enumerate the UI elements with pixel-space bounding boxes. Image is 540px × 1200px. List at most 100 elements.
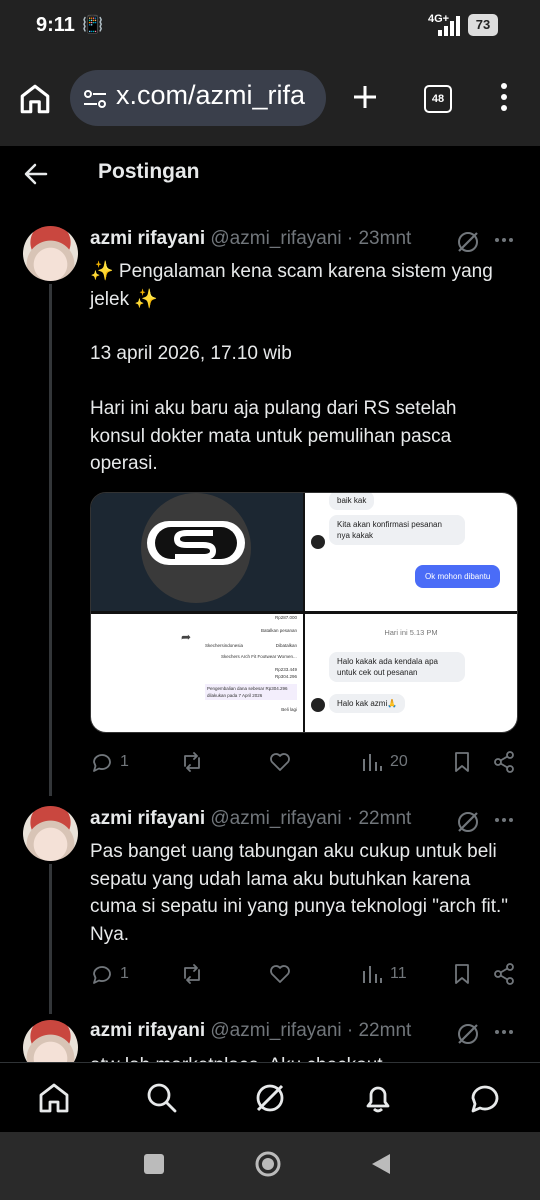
more-vertical-icon[interactable] [498, 82, 510, 112]
media-image-logo[interactable] [91, 493, 303, 611]
nav-grok-icon[interactable] [253, 1081, 287, 1115]
system-navigation [0, 1132, 540, 1200]
reply-icon [93, 754, 111, 772]
bottom-navigation [0, 1062, 540, 1133]
share-icon [494, 751, 514, 773]
browser-home-icon[interactable] [18, 82, 52, 116]
author-handle[interactable]: @azmi_rifayani · 23mnt [210, 228, 411, 249]
repost-button[interactable] [180, 959, 204, 989]
status-time: 9:11 [36, 14, 75, 36]
share-button[interactable] [492, 747, 516, 777]
grok-icon[interactable] [456, 230, 480, 254]
media-image-order[interactable]: ➦ Rp287.000 Batalkan pesanan Skechersind… [91, 614, 303, 732]
site-settings-icon[interactable] [82, 88, 108, 110]
author-name[interactable]: azmi rifayani [90, 808, 205, 829]
bookmark-button[interactable] [450, 747, 474, 777]
chat-bubble: Kita akan konfirmasi pesanan nya kakak [329, 515, 465, 545]
post-line: Pas banget uang tabungan aku cukup untuk… [90, 841, 508, 945]
chat-bubble: Halo kak azmi🙏 [329, 694, 406, 713]
order-card: Rp287.000 Batalkan pesanan Skechersindon… [205, 614, 297, 732]
home-button[interactable] [254, 1150, 282, 1178]
author-handle[interactable]: @azmi_rifayani · 22mnt [210, 1020, 411, 1041]
views-button[interactable]: 11 [360, 959, 407, 989]
order-price: Rp233.449 [274, 667, 297, 672]
views-icon [363, 754, 382, 771]
reply-button[interactable]: 1 [90, 959, 129, 989]
repost-icon [184, 752, 200, 772]
reply-count: 1 [120, 753, 129, 770]
post-text: Pas banget uang tabungan aku cukup untuk… [90, 838, 510, 948]
reply-icon [93, 966, 111, 984]
post-media-grid[interactable]: baik kak Kita akan konfirmasi pesanan ny… [90, 492, 518, 733]
like-button[interactable] [268, 959, 292, 989]
avatar[interactable] [23, 226, 78, 281]
skechers-s-icon [147, 521, 245, 565]
repost-icon [184, 964, 200, 984]
share-button[interactable] [492, 959, 516, 989]
repost-button[interactable] [180, 747, 204, 777]
chat-bubble: baik kak [329, 493, 375, 510]
post-line: ✨ Pengalaman kena scam karena sistem yan… [90, 261, 493, 310]
more-horizontal-icon[interactable] [494, 236, 514, 244]
author-handle[interactable]: @azmi_rifayani · 22mnt [210, 808, 411, 829]
bookmark-icon [455, 752, 469, 772]
buy-again-button: Beli lagi [281, 707, 297, 712]
store-avatar [311, 698, 325, 712]
post-line: 13 april 2026, 17.10 wib [90, 343, 292, 364]
nav-home-icon[interactable] [37, 1081, 71, 1115]
reply-count: 1 [120, 965, 129, 982]
views-icon [363, 966, 382, 983]
order-item: Skechers Arch Fit Footwear Women... [221, 654, 297, 659]
more-horizontal-icon[interactable] [494, 816, 514, 824]
recents-button[interactable] [144, 1154, 164, 1174]
post-text: atw lah marketplace. Aku checkout [90, 1050, 510, 1062]
heart-icon [270, 965, 290, 983]
post-actions: 1 20 [90, 747, 520, 777]
avatar[interactable] [23, 806, 78, 861]
store-avatar [311, 535, 325, 549]
order-total-2: Rp304.296 [274, 674, 297, 679]
back-arrow-icon[interactable] [22, 160, 50, 188]
post-line: atw lah marketplace. Aku checkout [90, 1052, 510, 1062]
post-text: ✨ Pengalaman kena scam karena sistem yan… [90, 258, 510, 478]
refund-note: Pengembalian dana sebesar Rp304.296 dila… [205, 684, 297, 700]
views-count: 11 [390, 965, 407, 982]
views-count: 20 [390, 753, 408, 770]
chat-bubble: Halo kakak ada kendala apa untuk cek out… [329, 652, 465, 682]
views-button[interactable]: 20 [360, 747, 408, 777]
grok-icon[interactable] [456, 810, 480, 834]
chat-bubble-sent: Ok mohon dibantu [415, 565, 501, 588]
url-text: x.com/azmi_rifa [116, 80, 306, 110]
more-horizontal-icon[interactable] [494, 1028, 514, 1036]
cancel-order-button: Batalkan pesanan [260, 628, 297, 633]
order-store: Skechersindonesia Dibatalkan [205, 643, 297, 648]
tab-switcher-button[interactable]: 48 [424, 85, 452, 113]
nav-notifications-icon[interactable] [361, 1081, 395, 1115]
signal-icon [438, 16, 460, 36]
media-image-chat-bottom[interactable]: Hari ini 5.13 PM Halo kakak ada kendala … [305, 614, 517, 732]
thread-connector [49, 864, 52, 1014]
like-button[interactable] [268, 747, 292, 777]
post-meta: azmi rifayani @azmi_rifayani · 22mnt [90, 808, 411, 830]
address-bar[interactable]: x.com/azmi_rifa [70, 70, 326, 126]
page-header: Postingan [0, 146, 540, 202]
nav-messages-icon[interactable] [468, 1081, 502, 1115]
bookmark-button[interactable] [450, 959, 474, 989]
back-button[interactable] [370, 1152, 392, 1176]
thread-connector [49, 284, 52, 796]
brand-logo [141, 493, 251, 603]
chat-date: Hari ini 5.13 PM [384, 628, 438, 637]
order-total: Rp287.000 [274, 615, 297, 620]
media-image-chat-top[interactable]: baik kak Kita akan konfirmasi pesanan ny… [305, 493, 517, 611]
author-name[interactable]: azmi rifayani [90, 228, 205, 249]
page-title: Postingan [98, 160, 200, 183]
author-name[interactable]: azmi rifayani [90, 1020, 205, 1041]
post-actions: 1 11 [90, 959, 520, 989]
post-meta: azmi rifayani @azmi_rifayani · 22mnt [90, 1020, 411, 1042]
grok-icon[interactable] [456, 1022, 480, 1046]
nav-search-icon[interactable] [145, 1081, 179, 1115]
heart-icon [270, 753, 290, 771]
reply-button[interactable]: 1 [90, 747, 129, 777]
share-icon: ➦ [181, 630, 192, 644]
new-tab-icon[interactable] [350, 82, 380, 112]
